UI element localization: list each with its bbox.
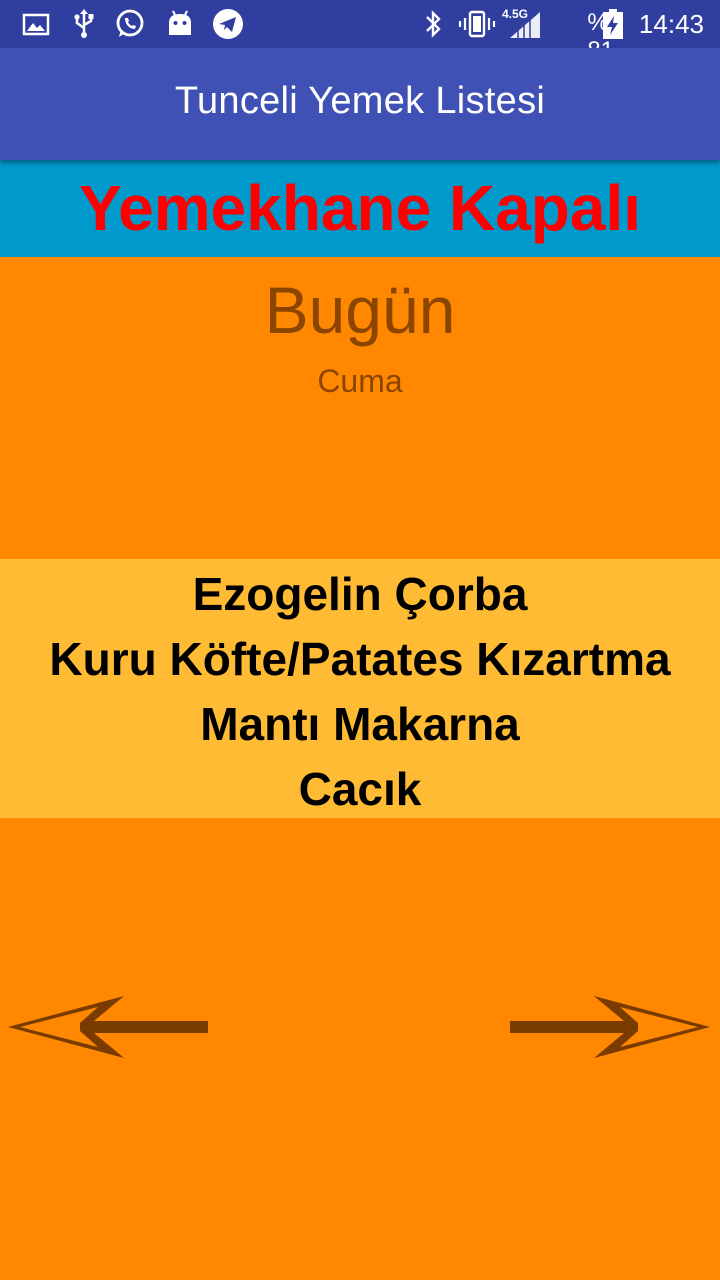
closed-notice-banner: Yemekhane Kapalı (0, 160, 720, 257)
status-bar: 4.5G % 81 14:43 (0, 0, 720, 64)
closed-notice-text: Yemekhane Kapalı (78, 172, 642, 244)
vibrate-icon (458, 10, 496, 38)
clock: 14:43 (638, 9, 704, 39)
menu-item: Ezogelin Çorba (192, 568, 528, 620)
battery-charging-icon (603, 9, 623, 39)
whatsapp-icon (116, 9, 144, 37)
image-icon (22, 13, 50, 36)
bluetooth-icon (426, 10, 441, 38)
menu-item: Cacık (298, 763, 422, 815)
day-section: Bugün Cuma (0, 257, 720, 559)
telegram-icon (213, 9, 243, 39)
arrow-right-icon[interactable] (506, 990, 712, 1064)
signal-icon (510, 12, 540, 38)
arrow-left-icon[interactable] (6, 990, 212, 1064)
menu-list: Ezogelin Çorba Kuru Köfte/Patates Kızart… (0, 559, 720, 818)
app-bar: Tunceli Yemek Listesi (0, 48, 720, 160)
usb-icon (74, 9, 94, 38)
android-icon (169, 10, 191, 35)
day-name: Cuma (317, 363, 403, 399)
day-title: Bugün (264, 273, 456, 347)
menu-item: Kuru Köfte/Patates Kızartma (49, 633, 671, 685)
menu-item: Mantı Makarna (200, 698, 520, 750)
app-title: Tunceli Yemek Listesi (174, 80, 546, 122)
